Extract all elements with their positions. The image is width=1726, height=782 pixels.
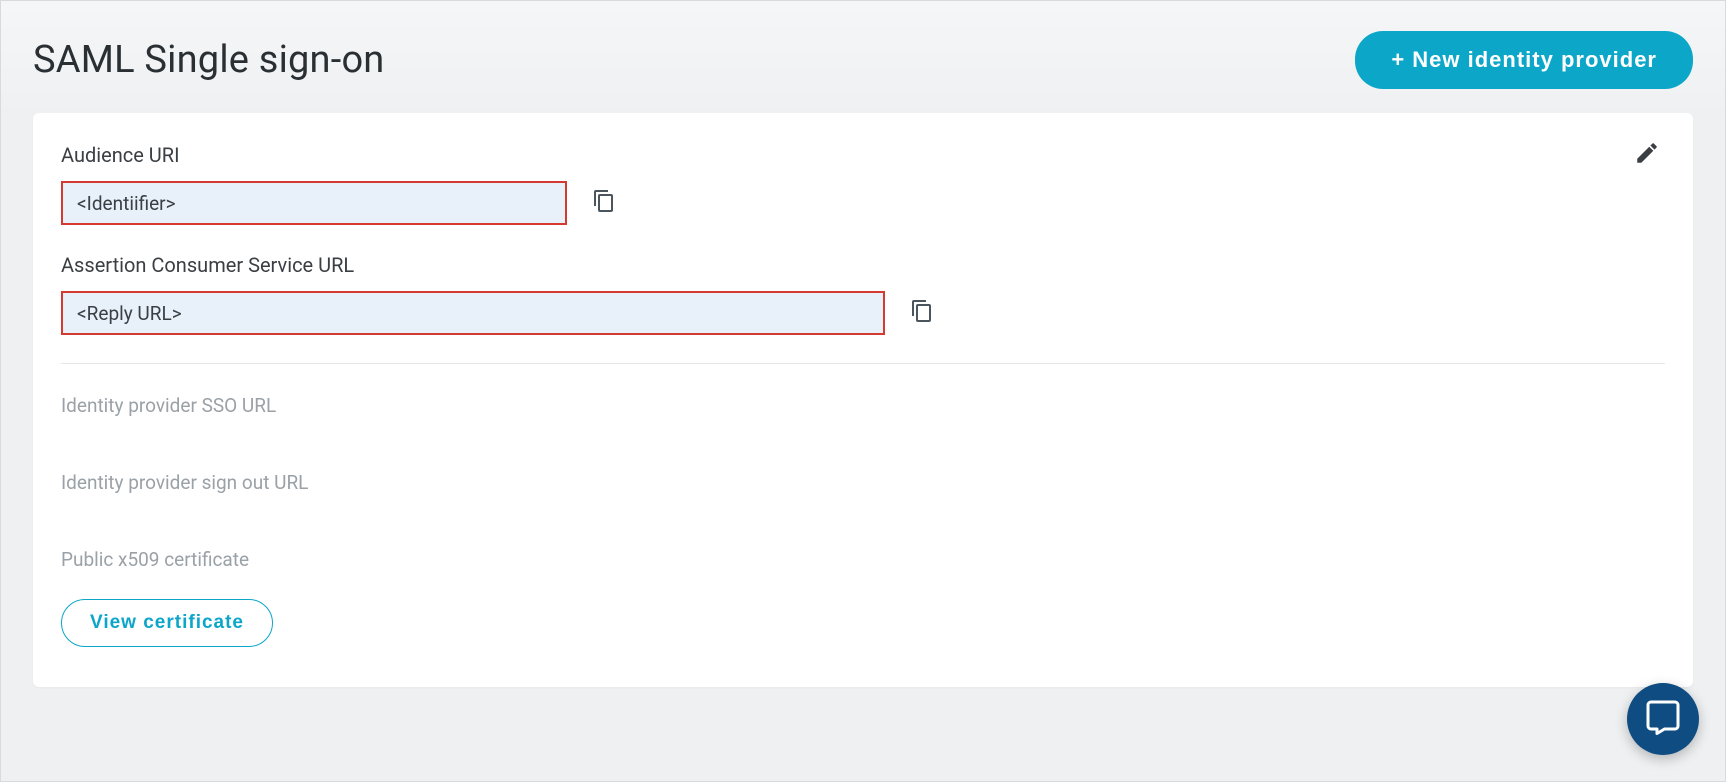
idp-signout-url-label: Identity provider sign out URL	[61, 471, 1665, 494]
page-root: SAML Single sign-on + New identity provi…	[0, 0, 1726, 782]
copy-icon	[910, 299, 934, 327]
copy-audience-uri-button[interactable]	[589, 188, 619, 218]
public-cert-label: Public x509 certificate	[61, 548, 1665, 571]
page-title: SAML Single sign-on	[33, 38, 385, 82]
new-identity-provider-button[interactable]: + New identity provider	[1355, 31, 1693, 89]
audience-uri-block: Audience URI <Identiifier>	[61, 143, 1665, 225]
audience-uri-row: <Identiifier>	[61, 181, 1665, 225]
idp-sso-url-label: Identity provider SSO URL	[61, 394, 1665, 417]
edit-button[interactable]	[1629, 137, 1665, 173]
view-certificate-button[interactable]: View certificate	[61, 599, 273, 647]
idp-sso-url-block: Identity provider SSO URL	[61, 394, 1665, 417]
divider	[61, 363, 1665, 364]
audience-uri-label: Audience URI	[61, 143, 1665, 167]
copy-icon	[592, 189, 616, 217]
acs-url-row: <Reply URL>	[61, 291, 1665, 335]
audience-uri-value: <Identiifier>	[61, 181, 567, 225]
acs-url-block: Assertion Consumer Service URL <Reply UR…	[61, 253, 1665, 335]
public-cert-block: Public x509 certificate View certificate	[61, 548, 1665, 647]
pencil-icon	[1634, 140, 1660, 170]
acs-url-value: <Reply URL>	[61, 291, 885, 335]
chat-launcher-button[interactable]	[1627, 683, 1699, 755]
chat-icon	[1645, 699, 1681, 739]
copy-acs-url-button[interactable]	[907, 298, 937, 328]
acs-url-label: Assertion Consumer Service URL	[61, 253, 1665, 277]
idp-signout-url-block: Identity provider sign out URL	[61, 471, 1665, 494]
saml-settings-card: Audience URI <Identiifier> Assertion Con…	[33, 113, 1693, 687]
page-header: SAML Single sign-on + New identity provi…	[1, 1, 1725, 89]
